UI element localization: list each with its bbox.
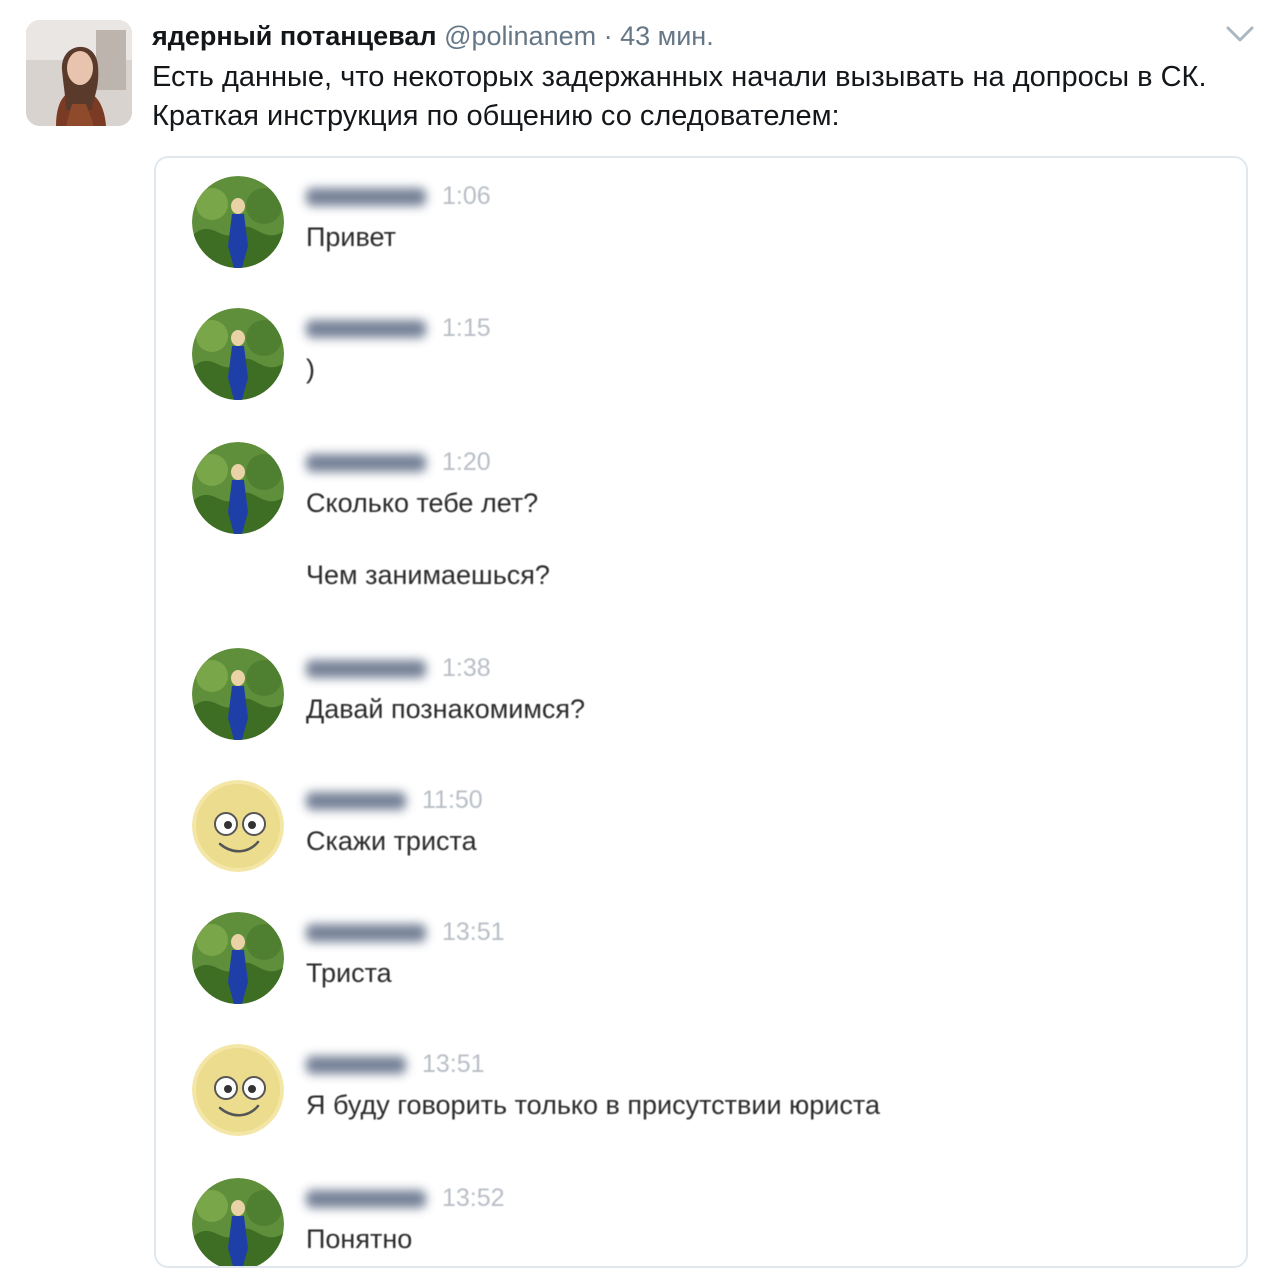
message-text-followup: Чем занимаешься?	[306, 560, 550, 590]
message-time: 1:38	[442, 654, 491, 682]
chevron-down-icon[interactable]	[1224, 20, 1256, 48]
message-text: Сколько тебе лет?	[306, 488, 539, 518]
tweet-media-image[interactable]: 1:06 Привет 1:15) 1:20 Сколько тебе лет? Че…	[154, 156, 1248, 1268]
message-text: Привет	[306, 222, 397, 252]
blurred-sender-name	[306, 188, 426, 206]
woman-in-blue-dress-avatar	[192, 648, 284, 740]
blurred-sender-name	[306, 1056, 406, 1074]
blurred-sender-name	[306, 320, 426, 338]
tweet: ядерный потанцевал @polinanem · 43 мин. …	[0, 0, 1280, 1276]
blurred-sender-name	[306, 454, 426, 472]
message-text: Давай познакомимся?	[306, 694, 586, 724]
author-name[interactable]: ядерный потанцевал	[152, 21, 437, 51]
chat-message: 11:50 Скажи триста	[192, 780, 1192, 880]
message-time: 13:52	[442, 1184, 505, 1212]
message-meta: 1:06	[306, 180, 491, 210]
message-text: Я буду говорить только в присутствии юри…	[306, 1090, 880, 1120]
smiley-face-avatar	[192, 780, 284, 872]
author-handle[interactable]: @polinanem	[444, 21, 596, 51]
blurred-sender-name	[306, 924, 426, 942]
woman-in-blue-dress-avatar	[192, 912, 284, 1004]
chat-message: 1:15)	[192, 308, 1192, 408]
message-meta: 1:20	[306, 446, 491, 476]
chat-message: 13:51 Триста	[192, 912, 1192, 1012]
chat-message: 1:06 Привет	[192, 176, 1192, 276]
chat-message: 1:20 Сколько тебе лет? Чем занимаешься?	[192, 442, 1192, 612]
message-time: 1:06	[442, 182, 491, 210]
message-time: 1:15	[442, 314, 491, 342]
blurred-sender-name	[306, 1190, 426, 1208]
message-time: 13:51	[422, 1050, 485, 1078]
separator-dot: ·	[603, 21, 613, 51]
message-text: Триста	[306, 958, 392, 988]
woman-in-blue-dress-avatar	[192, 442, 284, 534]
tweet-text: Есть данные, что некоторых задержанных н…	[152, 61, 1207, 132]
woman-in-blue-dress-avatar	[192, 1178, 284, 1266]
message-time: 13:51	[442, 918, 505, 946]
message-meta: 13:52	[306, 1182, 505, 1212]
message-time: 11:50	[422, 786, 483, 814]
smiley-face-avatar	[192, 1044, 284, 1136]
woman-in-blue-dress-avatar	[192, 176, 284, 268]
tweet-header: ядерный потанцевал @polinanem · 43 мин.	[152, 18, 714, 54]
blurred-sender-name	[306, 660, 426, 678]
message-time: 1:20	[442, 448, 491, 476]
message-text: Понятно	[306, 1224, 413, 1254]
message-meta: 13:51	[306, 916, 505, 946]
chat-message: 13:52 Понятно	[192, 1178, 1192, 1266]
message-meta: 13:51	[306, 1048, 485, 1078]
message-meta: 1:38	[306, 652, 491, 682]
chat-message: 13:51 Я буду говорить только в присутстви…	[192, 1044, 1192, 1144]
message-text: Скажи триста	[306, 826, 477, 856]
chat-message: 1:38 Давай познакомимся?	[192, 648, 1192, 748]
blurred-sender-name	[306, 792, 406, 810]
message-text: )	[306, 354, 315, 384]
author-avatar[interactable]	[26, 20, 132, 126]
message-meta: 1:15	[306, 312, 491, 342]
tweet-timestamp[interactable]: 43 мин.	[620, 21, 714, 51]
message-meta: 11:50	[306, 784, 483, 814]
woman-in-blue-dress-avatar	[192, 308, 284, 400]
